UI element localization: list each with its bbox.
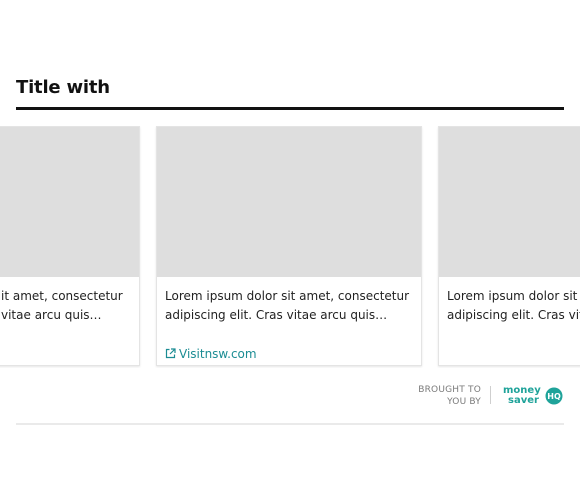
sponsor-block: BROUGHT TO YOU BY money saver HQ bbox=[394, 382, 564, 410]
sponsor-divider bbox=[490, 386, 491, 404]
external-link-icon bbox=[165, 347, 176, 363]
card-image[interactable] bbox=[157, 127, 421, 277]
card-description: Lorem ipsum dolor sit amet, consectetur … bbox=[165, 289, 410, 322]
card[interactable]: Lorem ipsum dolor sit amet, consectetur … bbox=[156, 126, 422, 366]
sponsor-label-line1: BROUGHT TO bbox=[418, 385, 481, 395]
logo-word-saver: saver bbox=[508, 395, 539, 406]
visit-link[interactable]: Visitnsw.com bbox=[165, 346, 257, 363]
card-description: it amet, consectetur vitae arcu quis ant… bbox=[1, 289, 123, 322]
card[interactable]: Lorem ipsum dolor sit a adipiscing elit.… bbox=[438, 126, 580, 366]
bottom-divider bbox=[16, 423, 564, 425]
card[interactable]: it amet, consectetur vitae arcu quis ant… bbox=[0, 126, 140, 366]
card-description: Lorem ipsum dolor sit a adipiscing elit.… bbox=[447, 289, 580, 322]
sponsor-label-line2: YOU BY bbox=[447, 397, 481, 407]
title-divider bbox=[16, 107, 564, 110]
card-image[interactable] bbox=[0, 127, 139, 277]
visit-link-label: Visitnsw.com bbox=[179, 347, 257, 361]
section-title: Title with bbox=[16, 77, 110, 98]
card-carousel[interactable]: it amet, consectetur vitae arcu quis ant… bbox=[0, 126, 580, 368]
logo-badge-text: HQ bbox=[547, 392, 561, 401]
money-saver-hq-logo[interactable]: money saver HQ bbox=[502, 384, 564, 406]
sponsor-label: BROUGHT TO YOU BY bbox=[409, 384, 481, 408]
card-image[interactable] bbox=[439, 127, 580, 277]
